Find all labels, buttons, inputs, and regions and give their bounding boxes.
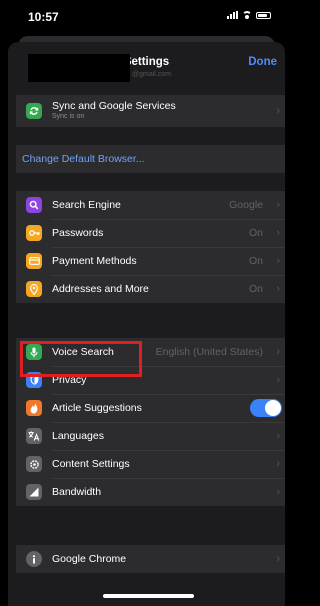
toggle-knob	[265, 400, 281, 416]
sync-icon	[26, 103, 42, 119]
chevron-right-icon: ›	[276, 374, 280, 386]
sync-google-services-row[interactable]: Sync and Google Services Sync is on ›	[16, 95, 285, 127]
chevron-right-icon: ›	[276, 430, 280, 442]
search-engine-row[interactable]: Search Engine Google ›	[16, 191, 285, 219]
flame-icon	[26, 400, 42, 416]
card-icon	[26, 253, 42, 269]
passwords-value: On	[248, 227, 263, 239]
passwords-label: Passwords	[52, 227, 104, 239]
change-default-browser-link[interactable]: Change Default Browser...	[22, 153, 145, 165]
privacy-highlight-annotation	[20, 341, 142, 377]
status-bar: 10:57	[0, 0, 293, 30]
advanced-group: Voice Search English (United States) › P…	[16, 338, 285, 506]
search-icon	[26, 197, 42, 213]
phone-screen: 10:57 Settings Done @gmail.com Sync and …	[0, 0, 293, 606]
settings-sheet: Settings Done @gmail.com Sync and Google…	[8, 42, 285, 606]
google-chrome-label: Google Chrome	[52, 553, 127, 565]
location-pin-icon	[26, 281, 42, 297]
change-default-browser-row[interactable]: Change Default Browser...	[16, 145, 285, 173]
battery-icon	[256, 11, 271, 19]
article-suggestions-label: Article Suggestions	[52, 402, 142, 414]
account-email: @gmail.com	[132, 71, 172, 78]
settings-icon	[26, 456, 42, 472]
article-suggestions-toggle[interactable]	[250, 399, 282, 417]
chevron-right-icon: ›	[276, 458, 280, 470]
article-suggestions-row[interactable]: Article Suggestions	[16, 394, 285, 422]
status-time: 10:57	[28, 10, 59, 24]
done-button[interactable]: Done	[248, 56, 277, 68]
chevron-right-icon: ›	[276, 227, 280, 239]
google-chrome-row[interactable]: Google Chrome ›	[16, 545, 285, 573]
redacted-account-block	[28, 54, 130, 82]
wifi-icon	[242, 11, 252, 19]
bandwidth-icon	[26, 484, 42, 500]
chevron-right-icon: ›	[276, 346, 280, 358]
chevron-right-icon: ›	[276, 255, 280, 267]
chevron-right-icon: ›	[276, 199, 280, 211]
search-engine-label: Search Engine	[52, 199, 121, 211]
search-engine-value: Google	[229, 199, 263, 211]
languages-label: Languages	[52, 430, 104, 442]
home-indicator[interactable]	[103, 594, 194, 598]
chevron-right-icon: ›	[276, 486, 280, 498]
about-group: Google Chrome ›	[16, 545, 285, 573]
chevron-right-icon: ›	[276, 553, 280, 565]
addresses-value: On	[248, 283, 263, 295]
bandwidth-label: Bandwidth	[52, 486, 102, 498]
translate-icon	[26, 428, 42, 444]
sync-status: Sync is on	[52, 113, 85, 120]
voice-search-value: English (United States)	[155, 346, 263, 358]
sync-group: Sync and Google Services Sync is on ›	[16, 95, 285, 127]
content-settings-label: Content Settings	[52, 458, 130, 470]
content-settings-row[interactable]: Content Settings ›	[16, 450, 285, 478]
bandwidth-row[interactable]: Bandwidth ›	[16, 478, 285, 506]
payment-methods-label: Payment Methods	[52, 255, 137, 267]
chevron-right-icon: ›	[276, 105, 280, 117]
payment-methods-value: On	[248, 255, 263, 267]
cellular-signal-icon	[227, 11, 238, 19]
addresses-row[interactable]: Addresses and More On ›	[16, 275, 285, 303]
sync-label: Sync and Google Services	[52, 100, 176, 112]
navigation-bar: Settings Done @gmail.com	[8, 42, 285, 86]
info-icon	[26, 551, 42, 567]
chevron-right-icon: ›	[276, 283, 280, 295]
passwords-row[interactable]: Passwords On ›	[16, 219, 285, 247]
key-icon	[26, 225, 42, 241]
addresses-label: Addresses and More	[52, 283, 149, 295]
default-browser-group: Change Default Browser...	[16, 145, 285, 173]
languages-row[interactable]: Languages ›	[16, 422, 285, 450]
status-icons	[227, 11, 271, 19]
basics-group: Search Engine Google › Passwords On › Pa…	[16, 191, 285, 303]
payment-methods-row[interactable]: Payment Methods On ›	[16, 247, 285, 275]
